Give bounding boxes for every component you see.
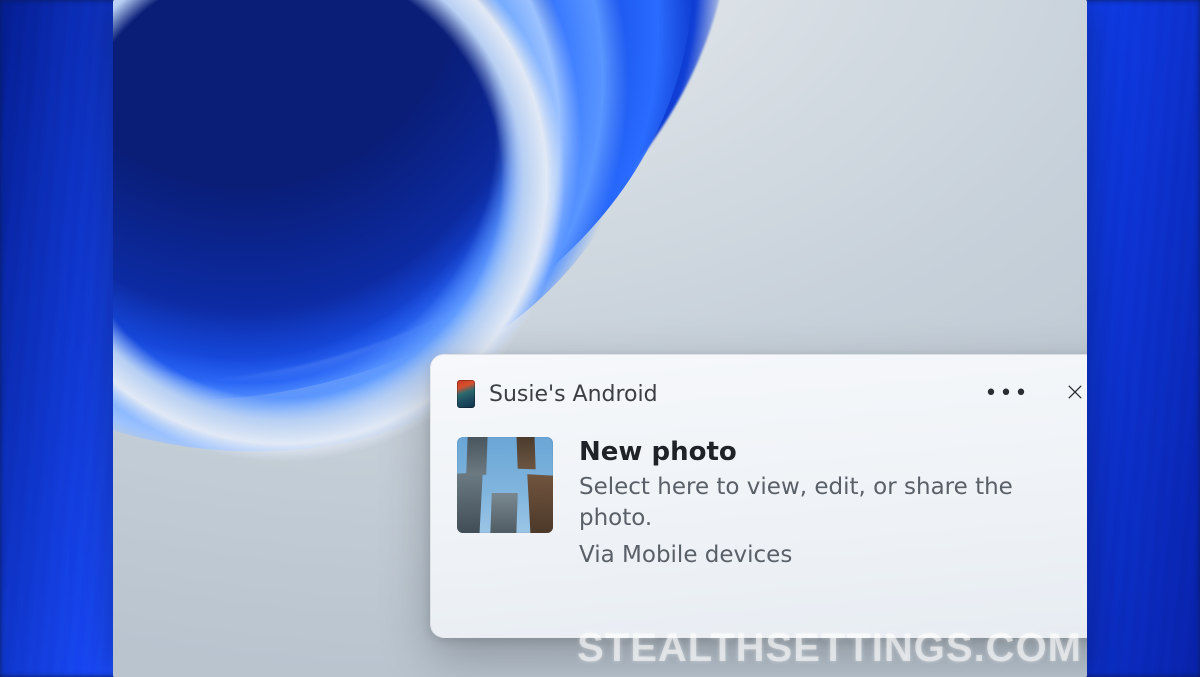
phone-icon: [457, 380, 475, 408]
close-icon: [1065, 382, 1085, 406]
desktop-wallpaper: Susie's Android •••: [113, 0, 1087, 677]
notification-title: New photo: [579, 437, 1087, 468]
notification-source: Via Mobile devices: [579, 540, 1087, 571]
more-options-icon: •••: [985, 383, 1030, 405]
notification-header: Susie's Android •••: [457, 377, 1087, 411]
notification-header-actions: •••: [990, 377, 1087, 411]
photo-thumbnail: [457, 437, 553, 533]
notification-toast[interactable]: Susie's Android •••: [430, 354, 1087, 638]
close-button[interactable]: [1058, 377, 1087, 411]
notification-text: New photo Select here to view, edit, or …: [579, 437, 1087, 571]
notification-body[interactable]: New photo Select here to view, edit, or …: [457, 437, 1087, 571]
more-options-button[interactable]: •••: [990, 377, 1024, 411]
notification-description: Select here to view, edit, or share the …: [579, 472, 1087, 534]
notification-device-name: Susie's Android: [489, 382, 976, 407]
